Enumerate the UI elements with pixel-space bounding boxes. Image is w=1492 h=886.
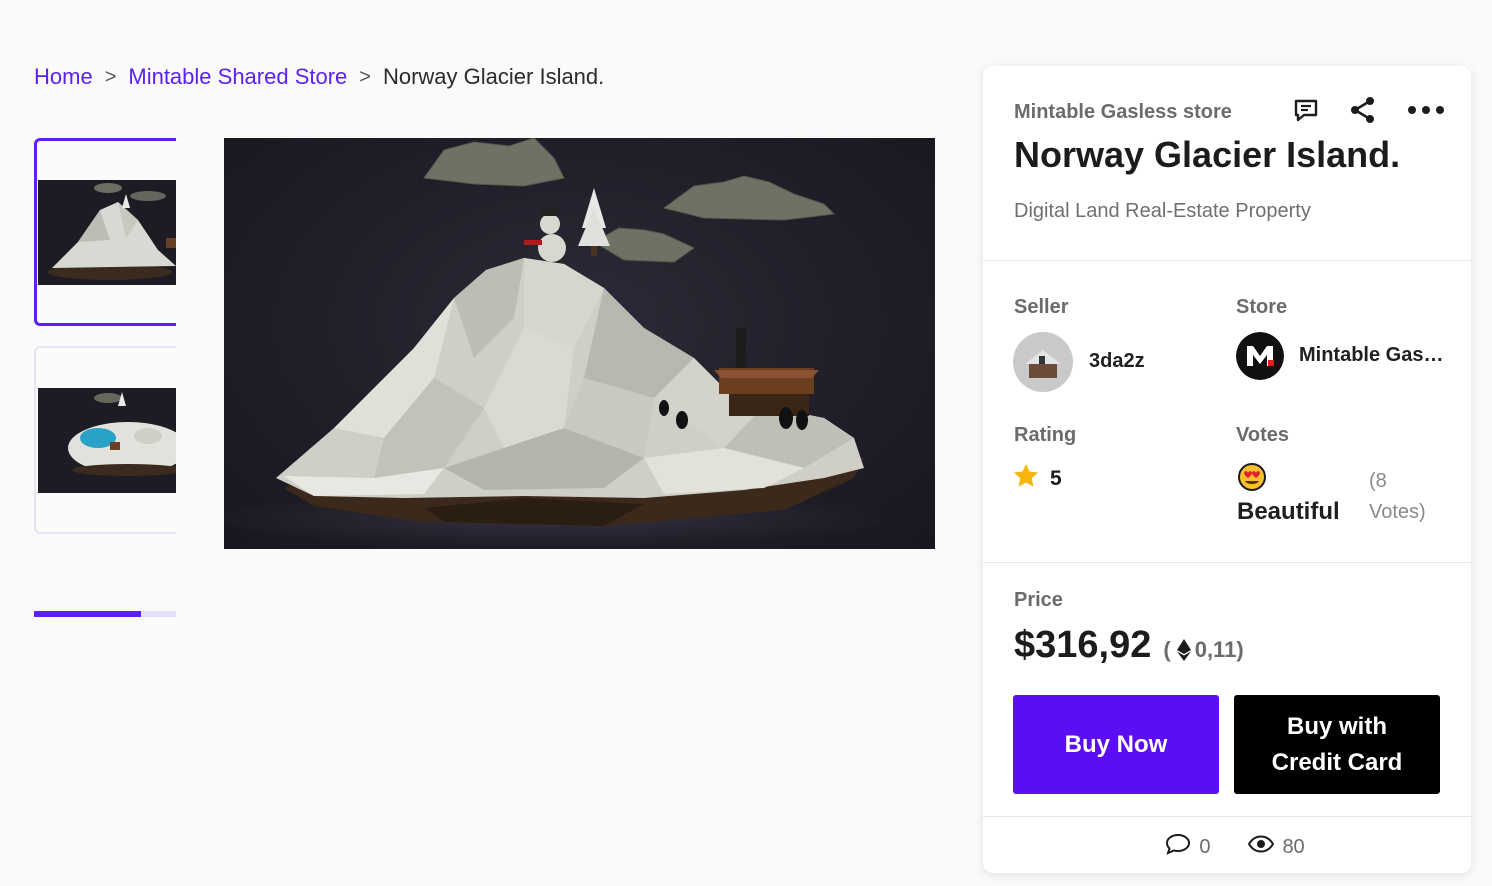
votes-label: Votes — [1236, 424, 1289, 446]
breadcrumb: Home > Mintable Shared Store > Norway Gl… — [34, 64, 604, 90]
seller-label: Seller — [1014, 296, 1069, 318]
thumbnail-scroll-progress — [34, 611, 176, 617]
comments-count: 0 — [1199, 835, 1211, 858]
rating-value: 5 — [1050, 466, 1062, 490]
comment-icon[interactable] — [1293, 98, 1319, 122]
heart-eyes-emoji-icon — [1237, 462, 1267, 497]
action-icons — [1293, 96, 1445, 124]
views-count: 80 — [1282, 835, 1305, 858]
price-eth-group: ( 0,11 ) — [1163, 637, 1243, 663]
buy-with-credit-card-label: Buy with Credit Card — [1271, 712, 1403, 776]
vote-count: (8 Votes) — [1369, 470, 1426, 523]
vote-word: Beautiful — [1237, 498, 1340, 525]
product-info-panel: Mintable Gasless store Norway Glacier Is… — [983, 66, 1471, 873]
divider — [983, 260, 1471, 261]
store-logo-icon[interactable] — [1236, 332, 1284, 380]
ethereum-icon — [1176, 639, 1191, 661]
more-icon[interactable] — [1407, 105, 1445, 115]
breadcrumb-home-link[interactable]: Home — [34, 64, 93, 90]
divider — [983, 816, 1471, 817]
rating-label: Rating — [1014, 424, 1077, 446]
product-title: Norway Glacier Island. — [1014, 134, 1401, 175]
buy-with-credit-card-button[interactable]: Buy with Credit Card — [1234, 695, 1440, 794]
thumbnail-list — [34, 138, 176, 554]
thumbnail-1[interactable] — [34, 138, 176, 326]
paren-close: ) — [1236, 637, 1244, 662]
price-usd: $316,92 — [1014, 624, 1152, 666]
thumbnail-image — [38, 388, 176, 493]
views-stat: 80 — [1248, 832, 1305, 862]
breadcrumb-current: Norway Glacier Island. — [382, 64, 605, 89]
main-artwork-image[interactable] — [224, 138, 935, 549]
price-eth: 0,11 — [1194, 637, 1237, 662]
comment-bubble-icon — [1165, 832, 1191, 862]
rating: 5 — [1014, 464, 1062, 493]
store-name[interactable]: Mintable Gasless store — [1014, 101, 1232, 124]
paren-open: ( — [1163, 637, 1171, 662]
comments-stat[interactable]: 0 — [1165, 832, 1210, 862]
seller-avatar[interactable] — [1013, 332, 1073, 392]
thumbnail-scroll-progress-fill — [34, 611, 141, 617]
glacier-island-illustration — [224, 138, 884, 548]
breadcrumb-store-link[interactable]: Mintable Shared Store — [128, 64, 347, 90]
breadcrumb-separator: > — [359, 65, 371, 88]
breadcrumb-separator: > — [104, 65, 117, 88]
seller-name[interactable]: 3da2z — [1089, 350, 1145, 373]
divider — [983, 562, 1471, 563]
product-subtitle: Digital Land Real-Estate Property — [1014, 200, 1311, 222]
thumbnail-2[interactable] — [34, 346, 176, 534]
store-link[interactable]: Mintable Gasless store — [1299, 344, 1444, 367]
eye-icon — [1248, 835, 1275, 859]
share-icon[interactable] — [1349, 96, 1377, 124]
price-label: Price — [1014, 589, 1063, 611]
thumbnail-image — [38, 180, 176, 285]
price: $316,92 ( 0,11 ) — [1014, 624, 1244, 667]
star-icon — [1014, 464, 1038, 493]
buy-now-button[interactable]: Buy Now — [1013, 695, 1219, 794]
stats-bar: 0 80 — [983, 832, 1471, 862]
store-label: Store — [1236, 296, 1288, 318]
